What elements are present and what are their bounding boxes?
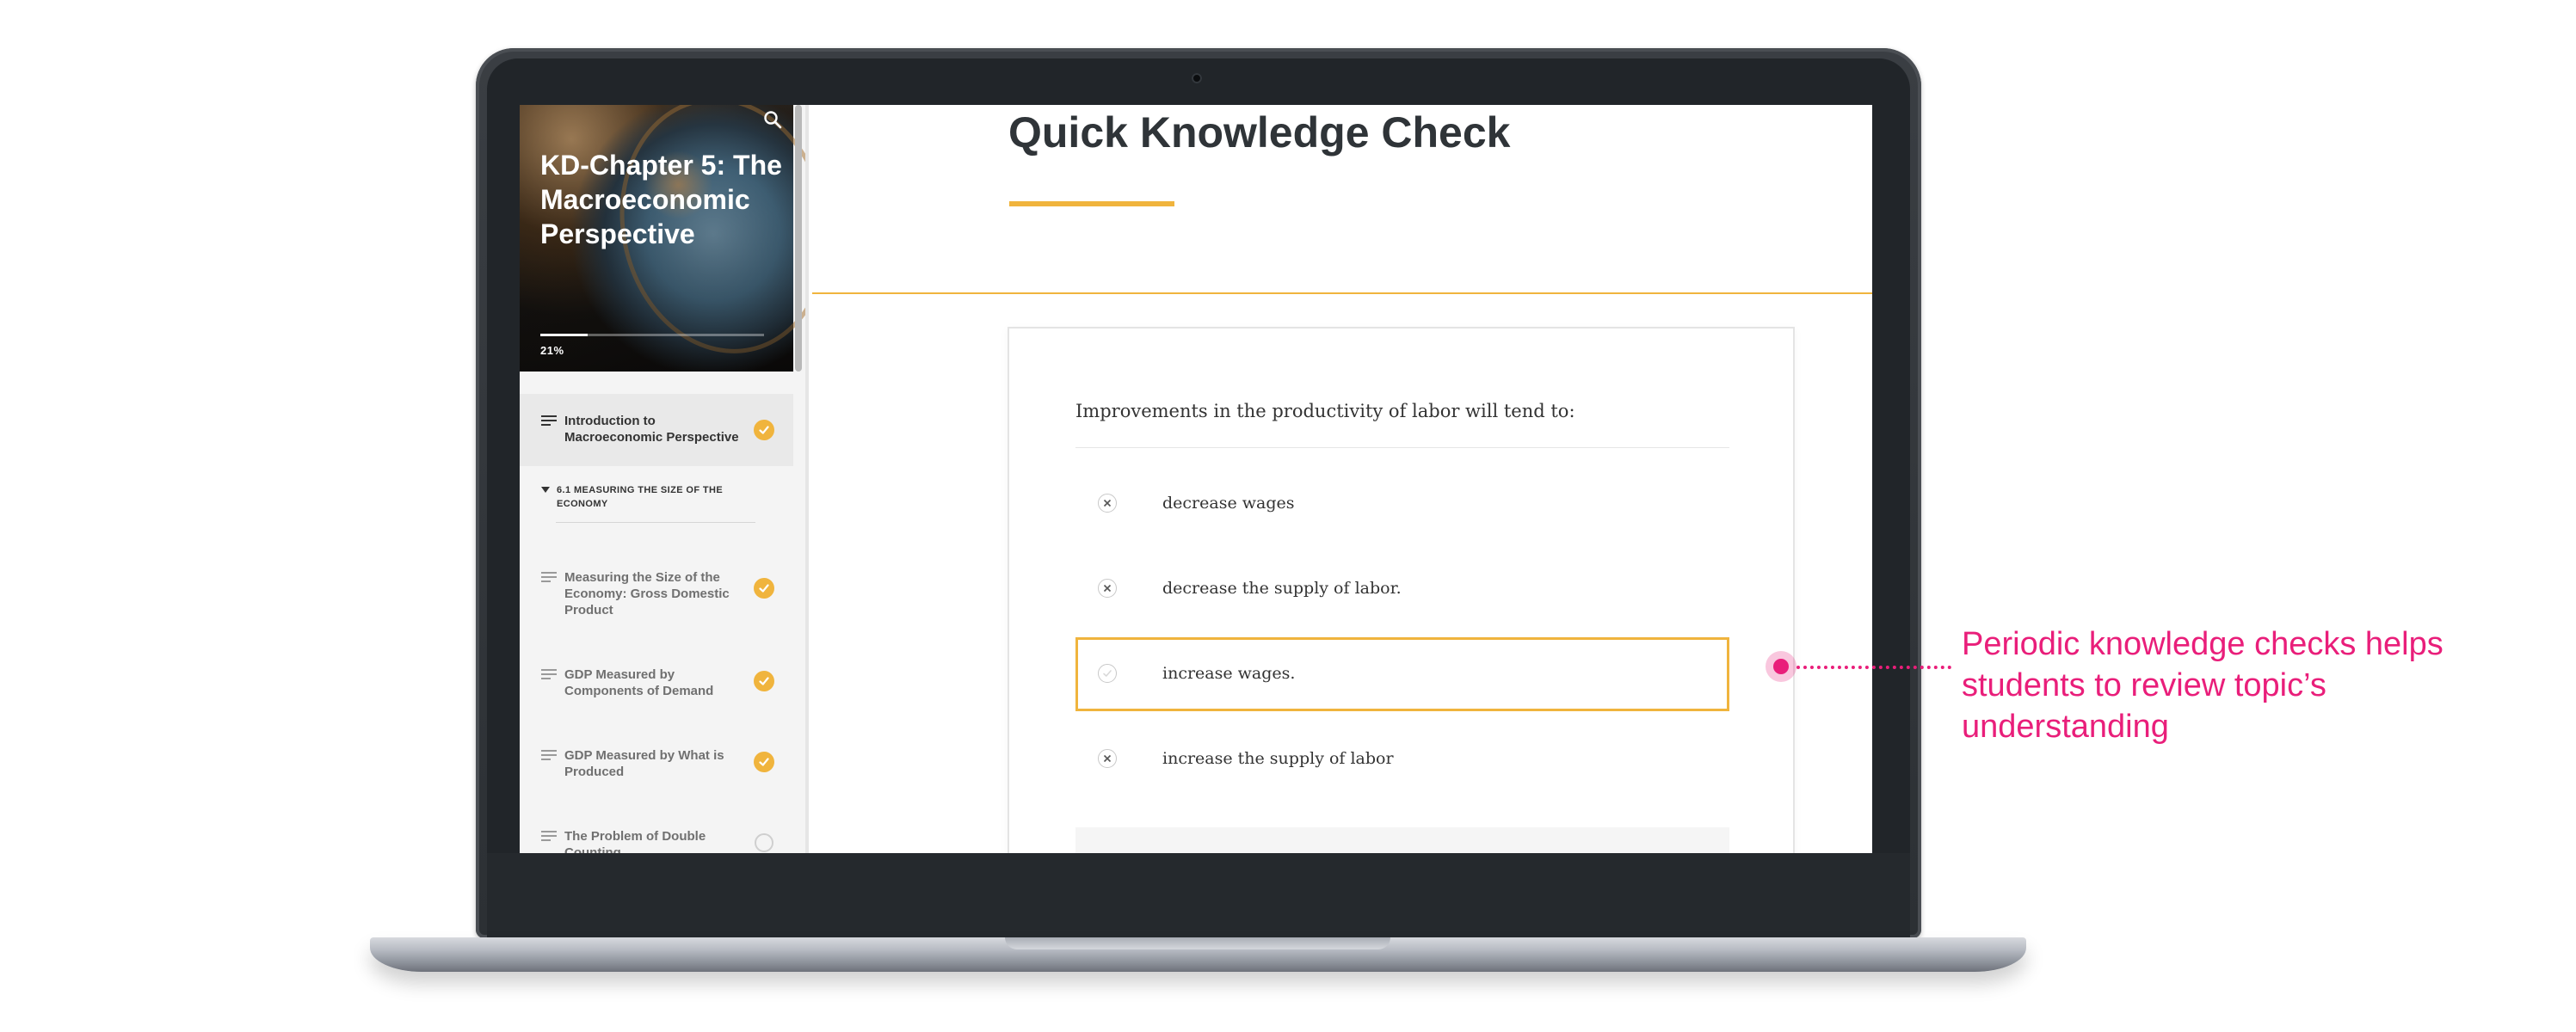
search-icon[interactable] (761, 108, 784, 131)
lesson-lines-icon (541, 415, 557, 427)
sidebar-item-double-counting[interactable]: The Problem of Double Counting (520, 807, 793, 853)
course-hero-image: KD-Chapter 5: The Macroeconomic Perspect… (520, 105, 805, 373)
incomplete-circle-icon (755, 833, 773, 852)
webcam (1192, 73, 1202, 83)
course-progress-text: 21% (540, 344, 564, 357)
section-divider (556, 522, 755, 523)
sidebar-item-gdp-produced[interactable]: GDP Measured by What is Produced (520, 726, 793, 795)
sidebar-item-measuring-gdp[interactable]: Measuring the Size of the Economy: Gross… (520, 552, 793, 630)
caret-down-icon (541, 487, 550, 493)
callout-marker (1773, 659, 1789, 674)
lesson-lines-icon (541, 750, 557, 762)
check-icon (754, 578, 774, 599)
bezel-bottom (487, 853, 1910, 938)
course-progress-fill (540, 334, 588, 336)
answer-option-text: decrease the supply of labor. (1162, 579, 1402, 598)
x-icon (1098, 494, 1117, 513)
laptop-screen: KD-Chapter 5: The Macroeconomic Perspect… (520, 105, 1872, 853)
answer-option[interactable]: decrease the supply of labor. (1075, 552, 1729, 626)
title-underline (1009, 201, 1174, 206)
sidebar-item-label: GDP Measured by Components of Demand (564, 667, 714, 698)
lesson-title: Quick Knowledge Check (1008, 108, 1511, 157)
sidebar-item-label: Introduction to Macroeconomic Perspectiv… (564, 414, 739, 445)
answer-option-text: increase the supply of labor (1162, 749, 1394, 768)
check-icon (754, 671, 774, 691)
sidebar-scrollbar[interactable] (795, 105, 802, 372)
answer-option[interactable]: decrease wages (1075, 467, 1729, 541)
sidebar-item-label: The Problem of Double Counting (564, 829, 706, 853)
x-icon (1098, 749, 1117, 768)
check-icon (754, 752, 774, 772)
lesson-lines-icon (541, 669, 557, 681)
sidebar-item-introduction[interactable]: Introduction to Macroeconomic Perspectiv… (520, 394, 793, 466)
answer-option-text: decrease wages (1162, 494, 1295, 513)
answer-option-selected[interactable]: increase wages. (1075, 637, 1729, 711)
lesson-lines-icon (541, 831, 557, 843)
course-progress-bar (540, 334, 764, 336)
header-divider (812, 292, 1872, 294)
callout-leader-line (1796, 666, 1951, 669)
sidebar-item-gdp-demand[interactable]: GDP Measured by Components of Demand (520, 647, 793, 716)
question-divider (1075, 447, 1729, 448)
course-title: KD-Chapter 5: The Macroeconomic Perspect… (540, 150, 782, 249)
lesson-content: Quick Knowledge Check Improvements in th… (812, 105, 1872, 853)
check-icon (1098, 664, 1117, 683)
answer-option-text: increase wages. (1162, 664, 1296, 683)
check-icon (754, 420, 774, 440)
x-icon (1098, 579, 1117, 598)
answer-option[interactable]: increase the supply of labor (1075, 722, 1729, 796)
course-sidebar: KD-Chapter 5: The Macroeconomic Perspect… (520, 105, 809, 853)
section-label: 6.1 MEASURING THE SIZE OF THE ECONOMY (557, 485, 724, 509)
knowledge-check-card: Improvements in the productivity of labo… (1008, 327, 1795, 853)
submit-area (1075, 827, 1729, 853)
sidebar-item-label: GDP Measured by What is Produced (564, 748, 724, 779)
question-text: Improvements in the productivity of labo… (1075, 401, 1575, 421)
lesson-lines-icon (541, 572, 557, 584)
sidebar-item-label: Measuring the Size of the Economy: Gross… (564, 570, 730, 617)
callout-text: Periodic knowledge checks helps students… (1962, 626, 2444, 745)
laptop-notch (1005, 937, 1390, 949)
